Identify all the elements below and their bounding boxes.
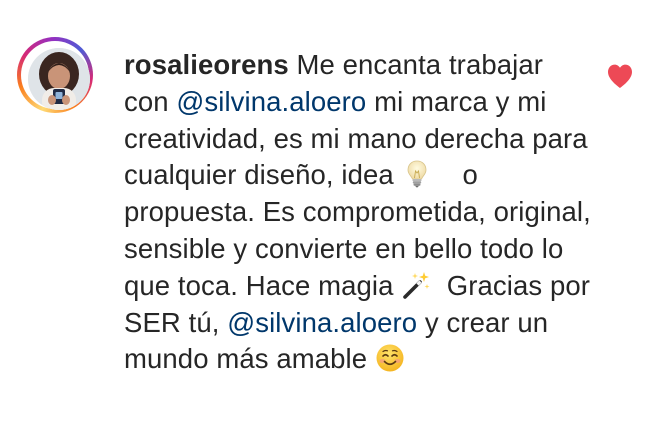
magic-wand-icon bbox=[403, 271, 430, 299]
comment-username[interactable]: rosalieorens bbox=[124, 49, 289, 80]
comment-text: rosalieorens Me encanta trabajar con @si… bbox=[124, 47, 594, 378]
heart-icon[interactable] bbox=[606, 63, 634, 89]
avatar[interactable] bbox=[28, 48, 90, 110]
comment: rosalieorens Me encanta trabajar con @si… bbox=[0, 0, 656, 426]
mention-link[interactable]: @silvina.aloero bbox=[176, 86, 366, 117]
smiling-face-icon bbox=[376, 344, 404, 372]
light-bulb-icon bbox=[407, 160, 426, 188]
mention-link[interactable]: @silvina.aloero bbox=[227, 307, 417, 338]
avatar-ring-gap bbox=[21, 41, 90, 110]
avatar-story-ring[interactable] bbox=[17, 37, 93, 113]
avatar-photo bbox=[28, 48, 90, 110]
